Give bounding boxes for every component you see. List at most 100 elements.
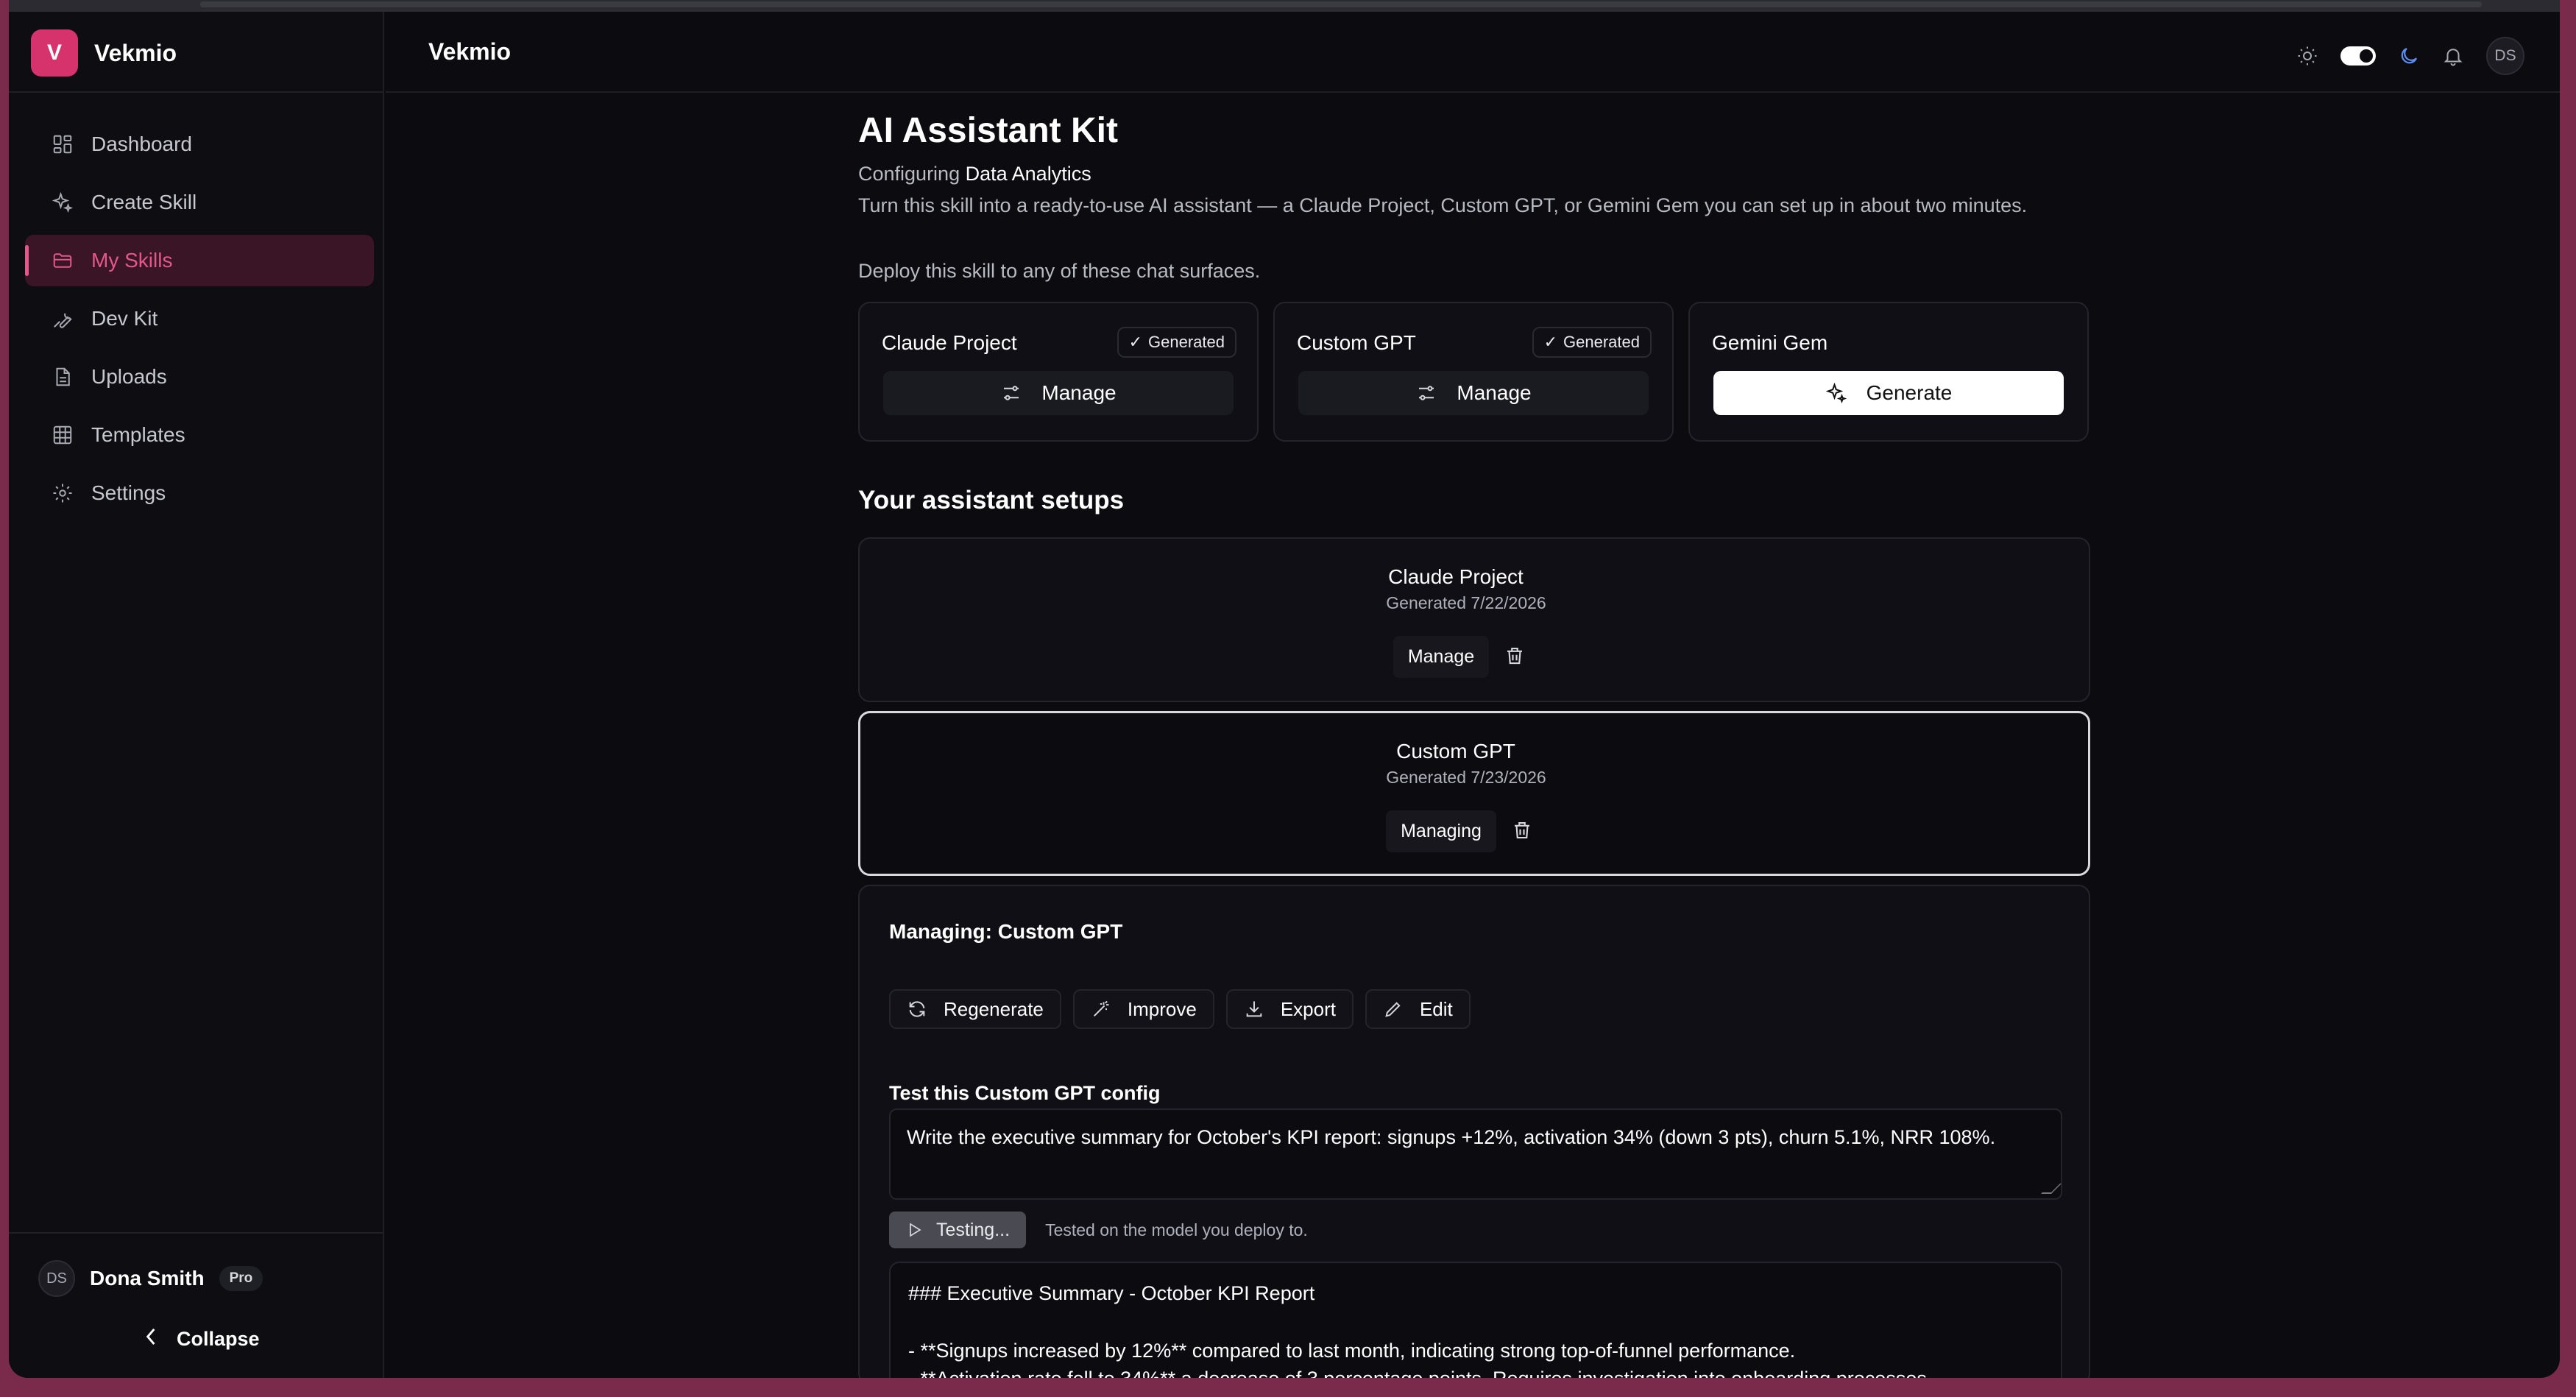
avatar[interactable]: DS — [2486, 37, 2524, 75]
improve-button[interactable]: Improve — [1072, 989, 1214, 1029]
setup-date: Generated 7/22/2026 — [1386, 593, 1546, 612]
surface-card-custom-gpt: Custom GPT ✓ Generated Manage — [1273, 302, 1674, 442]
deploy-label: Deploy this skill to any of these chat s… — [858, 260, 1261, 282]
trash-icon[interactable] — [1511, 810, 1533, 852]
export-button[interactable]: Export — [1225, 989, 1354, 1029]
grid-icon — [52, 424, 74, 446]
bell-icon[interactable] — [2442, 45, 2464, 67]
manage-actions: Regenerate Improve Export Edit — [889, 989, 1471, 1029]
skill-name: Data Analytics — [965, 163, 1091, 185]
browser-strip — [9, 0, 2560, 12]
page-header-title: Vekmio — [428, 38, 512, 65]
button-label: Testing... — [936, 1219, 1011, 1240]
managing-button[interactable]: Managing — [1386, 810, 1496, 852]
button-label: Improve — [1127, 997, 1197, 1020]
dashboard-icon — [52, 133, 74, 155]
output-line: - **Activation rate fell to 34%** a decr… — [908, 1365, 2043, 1378]
play-icon — [910, 1223, 921, 1237]
button-label: Edit — [1419, 997, 1453, 1020]
output-heading: ### Executive Summary - October KPI Repo… — [908, 1282, 1315, 1304]
brand[interactable]: V Vekmio — [31, 28, 177, 78]
gear-icon — [52, 482, 74, 504]
magic-wand-icon — [1093, 1000, 1109, 1017]
test-prompt-input[interactable]: Write the executive summary for October'… — [889, 1108, 2062, 1200]
setup-card-claude-project[interactable]: Claude Project Generated 7/22/2026 Manag… — [858, 537, 2090, 702]
app-window: V Vekmio Dashboard Create Skill My Skill… — [9, 0, 2560, 1378]
user-profile[interactable]: DS Dona Smith Pro — [38, 1260, 263, 1297]
generate-button[interactable]: Generate — [1713, 371, 2064, 415]
surface-name: Claude Project — [882, 331, 1017, 354]
download-icon — [1246, 1001, 1262, 1017]
sidebar: V Vekmio Dashboard Create Skill My Skill… — [9, 12, 384, 1378]
configuring-line: Configuring Data Analytics — [858, 163, 2098, 185]
sliders-icon — [1419, 386, 1434, 400]
sparkle-icon — [1825, 382, 1847, 404]
page-description: Turn this skill into a ready-to-use AI a… — [858, 194, 2028, 216]
sidebar-item-label: Uploads — [91, 365, 167, 388]
surface-cards: Claude Project ✓ Generated Manage Custom… — [858, 302, 2098, 442]
test-row: Testing... Tested on the model you deplo… — [889, 1212, 1308, 1248]
setups-title: Your assistant setups — [858, 486, 1125, 514]
manage-title: Managing: Custom GPT — [889, 920, 1123, 943]
sidebar-item-label: Dashboard — [91, 132, 192, 155]
header-actions: DS — [2296, 37, 2524, 75]
surface-name: Custom GPT — [1297, 331, 1416, 354]
sidebar-item-dashboard[interactable]: Dashboard — [25, 119, 374, 170]
manage-button[interactable]: Manage — [883, 371, 1234, 415]
user-name: Dona Smith — [90, 1267, 205, 1290]
regenerate-button[interactable]: Regenerate — [889, 989, 1061, 1029]
surface-card-claude-project: Claude Project ✓ Generated Manage — [858, 302, 1259, 442]
brand-name: Vekmio — [94, 39, 177, 66]
sidebar-item-label: Dev Kit — [91, 307, 158, 330]
sliders-icon — [1004, 386, 1019, 400]
sidebar-item-settings[interactable]: Settings — [25, 467, 374, 519]
surface-name: Gemini Gem — [1712, 331, 1828, 354]
page-title: AI Assistant Kit — [858, 111, 1118, 150]
badge-label: Generated — [1148, 333, 1225, 351]
setup-name: Custom GPT — [1396, 740, 1515, 763]
button-label: Regenerate — [944, 997, 1044, 1020]
sidebar-item-templates[interactable]: Templates — [25, 409, 374, 461]
setup-name: Claude Project — [1388, 565, 1524, 588]
generated-badge: ✓ Generated — [1532, 327, 1652, 358]
button-label: Export — [1280, 997, 1336, 1020]
trash-icon[interactable] — [1504, 636, 1526, 678]
surface-card-gemini-gem: Gemini Gem Generate — [1688, 302, 2089, 442]
test-note: Tested on the model you deploy to. — [1045, 1220, 1308, 1239]
sidebar-item-label: My Skills — [91, 249, 173, 272]
sun-icon[interactable] — [2296, 45, 2318, 67]
check-icon: ✓ — [1543, 333, 1558, 351]
file-icon — [52, 366, 74, 388]
refresh-icon — [909, 1001, 925, 1017]
sidebar-item-label: Templates — [91, 423, 185, 446]
manage-button[interactable]: Manage — [1298, 371, 1649, 415]
manage-panel: Managing: Custom GPT Regenerate Improve … — [858, 885, 2090, 1378]
theme-toggle[interactable] — [2340, 46, 2376, 66]
setup-actions: Managing — [860, 810, 2088, 852]
button-label: Manage — [1041, 381, 1117, 404]
setup-date: Generated 7/23/2026 — [1386, 768, 1546, 787]
top-header: Vekmio DS — [386, 12, 2560, 93]
sidebar-nav: Dashboard Create Skill My Skills Dev Kit — [25, 119, 374, 526]
folder-icon — [52, 250, 74, 272]
collapse-button[interactable]: Collapse — [144, 1327, 260, 1351]
sidebar-item-create-skill[interactable]: Create Skill — [25, 177, 374, 228]
setup-card-custom-gpt[interactable]: Custom GPT Generated 7/23/2026 Managing — [858, 711, 2090, 876]
sidebar-item-dev-kit[interactable]: Dev Kit — [25, 293, 374, 344]
resize-handle[interactable] — [2041, 1184, 2062, 1194]
testing-button[interactable]: Testing... — [889, 1212, 1027, 1248]
pencil-icon — [1385, 1002, 1401, 1017]
sidebar-item-uploads[interactable]: Uploads — [25, 351, 374, 403]
moon-icon[interactable] — [2398, 45, 2420, 67]
main-content: AI Assistant Kit Configuring Data Analyt… — [858, 110, 2098, 1378]
brand-logo: V — [31, 29, 78, 77]
test-label: Test this Custom GPT config — [889, 1082, 1161, 1104]
sidebar-item-my-skills[interactable]: My Skills — [25, 235, 374, 286]
avatar: DS — [38, 1260, 75, 1297]
wrench-icon — [52, 308, 74, 330]
button-label: Generate — [1866, 381, 1953, 404]
generated-badge: ✓ Generated — [1117, 327, 1236, 358]
edit-button[interactable]: Edit — [1365, 989, 1471, 1029]
sidebar-item-label: Create Skill — [91, 191, 197, 213]
manage-button[interactable]: Manage — [1393, 636, 1490, 678]
